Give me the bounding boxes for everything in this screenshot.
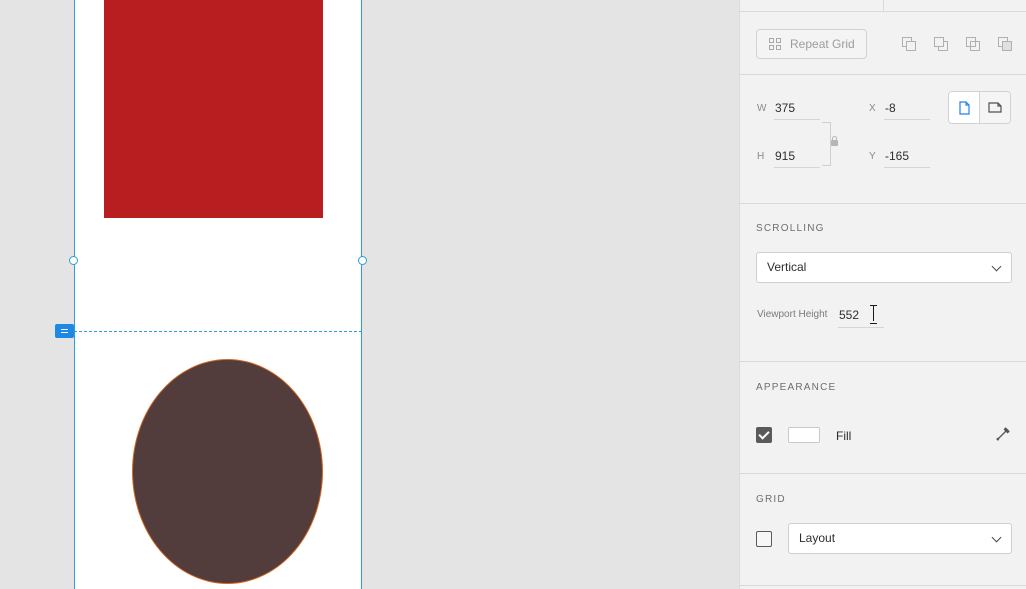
resize-handle-right[interactable] (358, 256, 367, 265)
height-input[interactable]: 915 (774, 144, 820, 168)
y-label: Y (869, 151, 876, 162)
add-icon[interactable] (902, 37, 917, 51)
repeat-grid-label: Repeat Grid (790, 37, 855, 51)
viewport-height-label: Viewport Height (757, 309, 828, 320)
property-inspector: Repeat Grid W 375 X -8 H 915 Y -165 SCRO… (739, 0, 1026, 589)
fill-color-swatch[interactable] (788, 427, 820, 443)
subtract-icon[interactable] (934, 37, 949, 51)
text-cursor-icon (870, 305, 877, 324)
red-rectangle[interactable] (104, 0, 323, 218)
section-divider (740, 473, 1026, 474)
brown-ellipse[interactable] (132, 359, 323, 584)
scrolling-title: SCROLLING (756, 223, 825, 234)
landscape-button[interactable] (979, 92, 1010, 123)
design-canvas[interactable] (0, 0, 739, 589)
repeat-grid-button[interactable]: Repeat Grid (756, 29, 867, 59)
viewport-height-input[interactable]: 552 (838, 303, 884, 328)
viewport-marker-icon[interactable] (55, 324, 74, 338)
width-label: W (757, 103, 767, 114)
y-input[interactable]: -165 (884, 144, 930, 168)
chevron-down-icon (991, 261, 1002, 272)
x-label: X (869, 103, 876, 114)
repeat-grid-icon (769, 38, 781, 50)
section-divider (740, 74, 1026, 75)
scrolling-dropdown[interactable]: Vertical (756, 252, 1012, 283)
grid-checkbox[interactable] (756, 531, 772, 547)
viewport-height-line (74, 331, 362, 332)
section-divider (740, 361, 1026, 362)
appearance-title: APPEARANCE (756, 382, 837, 393)
resize-handle-left[interactable] (69, 256, 78, 265)
fill-checkbox[interactable] (756, 427, 772, 443)
scrolling-mode-value: Vertical (767, 260, 807, 274)
portrait-button[interactable] (949, 92, 979, 123)
section-divider (740, 585, 1026, 586)
landscape-icon (988, 102, 1002, 113)
lock-icon[interactable] (830, 136, 839, 147)
inspector-top-strip (740, 0, 1026, 12)
chevron-down-icon (991, 532, 1002, 543)
fill-label: Fill (836, 429, 852, 443)
section-divider (740, 203, 1026, 204)
x-input[interactable]: -8 (884, 96, 930, 120)
grid-type-value: Layout (799, 531, 836, 545)
exclude-icon[interactable] (998, 37, 1013, 51)
eyedropper-icon[interactable] (995, 426, 1011, 442)
grid-title: GRID (756, 494, 786, 505)
height-label: H (757, 151, 765, 162)
width-input[interactable]: 375 (774, 96, 820, 120)
portrait-icon (958, 100, 970, 115)
orientation-toggle (948, 91, 1011, 124)
intersect-icon[interactable] (966, 37, 981, 51)
grid-type-dropdown[interactable]: Layout (788, 523, 1012, 554)
